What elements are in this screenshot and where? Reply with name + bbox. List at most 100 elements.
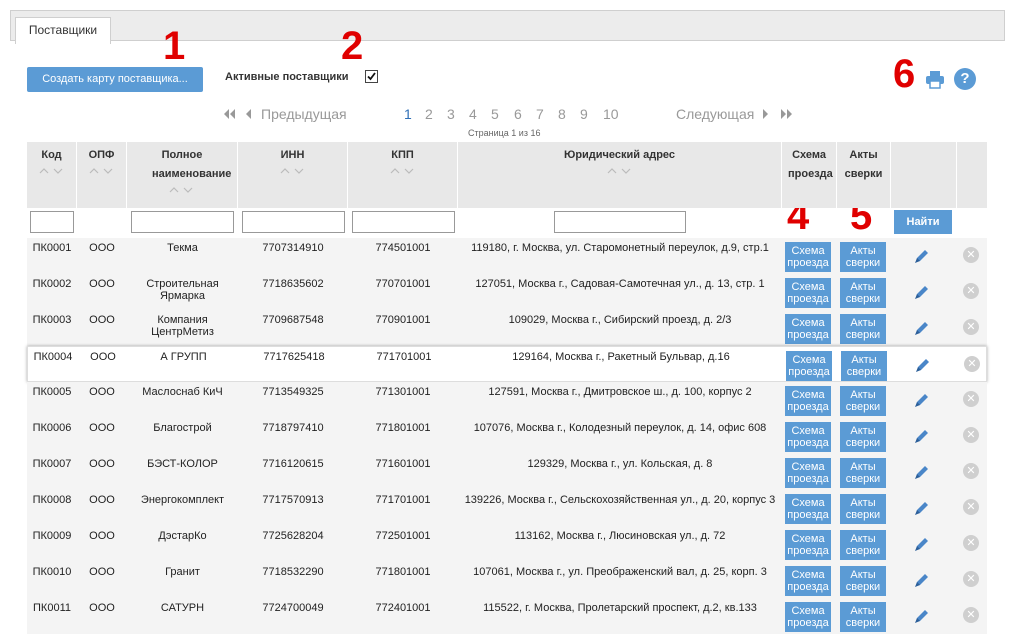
scheme-button[interactable]: Схема проезда [785,314,831,344]
next-arrow-icon[interactable] [762,109,770,119]
delete-icon[interactable]: ✕ [963,499,979,515]
acts-button[interactable]: Акты сверки [840,602,886,632]
sort-icon[interactable] [39,167,65,175]
sort-icon[interactable] [169,186,195,194]
page-link-8[interactable]: 8 [558,106,566,122]
annotation-1: 1 [163,24,186,68]
scheme-button[interactable]: Схема проезда [785,386,831,416]
header-name[interactable]: Полное наименование [127,142,238,208]
scheme-button[interactable]: Схема проезда [785,566,831,596]
sort-icon[interactable] [89,167,115,175]
next-page-link[interactable]: Следующая [676,106,754,122]
acts-button[interactable]: Акты сверки [841,351,887,381]
active-suppliers-checkbox[interactable] [365,70,378,83]
acts-button[interactable]: Акты сверки [840,422,886,452]
filter-name-input[interactable] [131,211,234,233]
table-row[interactable]: ПК0007 ООО БЭСТ-КОЛОР 7716120615 771601001 12… [27,454,987,490]
sort-icon[interactable] [390,167,416,175]
acts-button[interactable]: Акты сверки [840,386,886,416]
tab-suppliers[interactable]: Поставщики [15,17,111,44]
table-row[interactable]: ПК0003 ООО Компания ЦентрМетиз 7709687548 77… [27,310,987,346]
page-link-1[interactable]: 1 [404,106,412,122]
table-row[interactable]: ПК0004 ООО А ГРУПП 7717625418 771701001 12916… [27,346,987,382]
scheme-button[interactable]: Схема проезда [785,422,831,452]
edit-pencil-icon[interactable] [913,319,931,337]
acts-button[interactable]: Акты сверки [840,242,886,272]
prev-page-link[interactable]: Предыдущая [261,106,347,122]
scheme-button[interactable]: Схема проезда [785,242,831,272]
cell-kpp: 770701001 [375,278,431,290]
filter-inn-input[interactable] [242,211,345,233]
scheme-button[interactable]: Схема проезда [786,351,832,381]
delete-icon[interactable]: ✕ [963,247,979,263]
page-link-4[interactable]: 4 [469,106,477,122]
cell-code: ПК0005 [32,386,72,398]
scheme-button[interactable]: Схема проезда [785,458,831,488]
find-button[interactable]: Найти [894,210,952,234]
page-link-6[interactable]: 6 [514,106,522,122]
table-row[interactable]: ПК0009 ООО ДэстарКо 7725628204 772501001 1131… [27,526,987,562]
delete-icon[interactable]: ✕ [964,356,980,372]
page-link-10[interactable]: 10 [603,106,619,122]
table-row[interactable]: ПК0008 ООО Энергокомплект 7717570913 7717010… [27,490,987,526]
delete-icon[interactable]: ✕ [963,535,979,551]
edit-pencil-icon[interactable] [913,499,931,517]
table-row[interactable]: ПК0005 ООО Маслоснаб КиЧ 7713549325 77130100… [27,382,987,418]
header-address[interactable]: Юридический адрес [458,142,782,208]
edit-pencil-icon[interactable] [913,427,931,445]
page-link-9[interactable]: 9 [580,106,588,122]
edit-pencil-icon[interactable] [913,571,931,589]
edit-pencil-icon[interactable] [914,356,932,374]
acts-button[interactable]: Акты сверки [840,458,886,488]
delete-icon[interactable]: ✕ [963,283,979,299]
acts-button[interactable]: Акты сверки [840,566,886,596]
prev-arrow-icon[interactable] [244,109,252,119]
edit-pencil-icon[interactable] [913,391,931,409]
create-supplier-button[interactable]: Создать карту поставщика... [27,67,203,92]
page-link-5[interactable]: 5 [491,106,499,122]
header-code[interactable]: Код [27,142,77,208]
page-link-2[interactable]: 2 [425,106,433,122]
print-icon[interactable] [925,69,945,89]
delete-icon[interactable]: ✕ [963,427,979,443]
scheme-button[interactable]: Схема проезда [785,530,831,560]
help-icon[interactable]: ? [954,68,976,90]
cell-kpp: 771701001 [375,494,431,506]
edit-pencil-icon[interactable] [913,247,931,265]
acts-button[interactable]: Акты сверки [840,314,886,344]
scheme-button[interactable]: Схема проезда [785,494,831,524]
header-kpp[interactable]: КПП [348,142,458,208]
table-row[interactable]: ПК0011 ООО САТУРН 7724700049 772401001 115522… [27,598,987,634]
header-opf[interactable]: ОПФ [77,142,127,208]
edit-pencil-icon[interactable] [913,607,931,625]
delete-icon[interactable]: ✕ [963,607,979,623]
delete-icon[interactable]: ✕ [963,571,979,587]
delete-icon[interactable]: ✕ [963,463,979,479]
delete-icon[interactable]: ✕ [963,391,979,407]
scheme-button[interactable]: Схема проезда [785,602,831,632]
filter-address-input[interactable] [554,211,686,233]
sort-icon[interactable] [280,167,306,175]
table-row[interactable]: ПК0006 ООО Благострой 7718797410 771801001 10… [27,418,987,454]
last-page-icon[interactable] [780,109,794,119]
edit-pencil-icon[interactable] [913,535,931,553]
table-row[interactable]: ПК0001 ООО Текма 7707314910 774501001 119180,… [27,238,987,274]
delete-icon[interactable]: ✕ [963,319,979,335]
edit-pencil-icon[interactable] [913,283,931,301]
page-link-7[interactable]: 7 [536,106,544,122]
filter-kpp-input[interactable] [352,211,455,233]
header-inn[interactable]: ИНН [238,142,348,208]
filter-code-input[interactable] [30,211,74,233]
acts-button[interactable]: Акты сверки [840,278,886,308]
edit-pencil-icon[interactable] [913,463,931,481]
first-page-icon[interactable] [222,109,236,119]
sort-icon[interactable] [607,167,633,175]
acts-button[interactable]: Акты сверки [840,494,886,524]
cell-code: ПК0001 [32,242,72,254]
table-row[interactable]: ПК0010 ООО Гранит 7718532290 771801001 107061… [27,562,987,598]
table-row[interactable]: ПК0002 ООО Строительная Ярмарка 7718635602 7… [27,274,987,310]
acts-button[interactable]: Акты сверки [840,530,886,560]
scheme-button[interactable]: Схема проезда [785,278,831,308]
tab-bar: Поставщики [10,10,1005,44]
page-link-3[interactable]: 3 [447,106,455,122]
